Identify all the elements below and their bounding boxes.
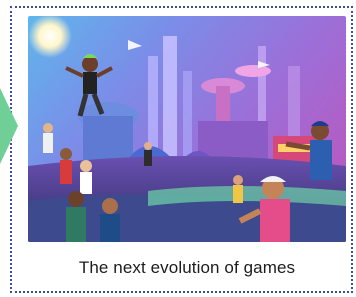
dotted-frame-bottom [10,291,353,293]
dotted-frame-right [351,6,353,293]
feature-card-image[interactable] [28,16,346,242]
flow-arrow-icon [0,88,18,164]
metaverse-city-illustration [28,16,346,242]
card-caption: The next evolution of games [78,258,296,277]
